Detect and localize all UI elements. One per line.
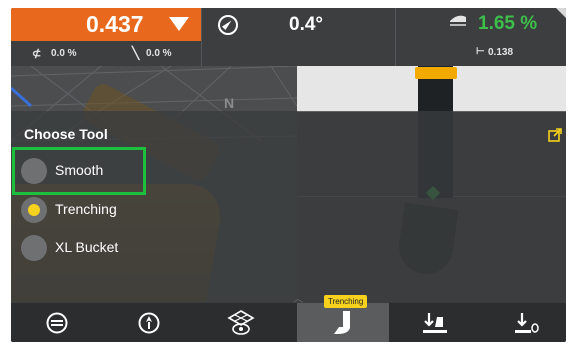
tool-trenching-button[interactable] <box>297 303 389 342</box>
elevation-panel[interactable]: 0.437 ⊄ 0.0 % ╲ 0.0 % <box>11 8 202 66</box>
bucket-angle-icon <box>450 15 466 26</box>
bucket-angle-panel[interactable]: 1.65 % ⊢ 0.138 <box>396 8 566 66</box>
zero-elevation-icon <box>515 312 539 333</box>
machine-view-icon <box>227 309 255 335</box>
elevation-bar: 0.437 <box>11 8 201 41</box>
menu-dots-icon <box>46 312 68 333</box>
menu-button[interactable] <box>11 303 103 342</box>
tool-option-smooth[interactable]: Smooth <box>19 156 154 186</box>
bucket-icon <box>334 310 350 334</box>
stick-pivot <box>415 67 457 79</box>
tool-option-label: XL Bucket <box>55 239 119 255</box>
trenching-tooltip: Trenching <box>324 295 368 308</box>
choose-tool-title: Choose Tool <box>24 126 108 142</box>
screen: N 0.437 ⊄ 0.0 % ╲ 0.0 % 0.4° 1.65 % ⊢ 0.… <box>11 8 566 342</box>
bottom-toolbar <box>11 303 566 342</box>
compass-icon <box>218 15 238 35</box>
north-label: N <box>224 95 235 111</box>
slope-row: ⊄ 0.0 % ╲ 0.0 % <box>11 41 201 66</box>
down-arrow-icon <box>169 17 189 31</box>
expand-icon[interactable] <box>548 128 562 142</box>
panel-corner-indicator <box>556 8 566 18</box>
tool-option-label: Trenching <box>55 201 117 217</box>
set-elevation-button[interactable] <box>389 303 481 342</box>
gps-status-button[interactable] <box>103 303 195 342</box>
radio-icon[interactable] <box>21 235 47 261</box>
machine-view-button[interactable] <box>195 303 287 342</box>
elevation-value: 0.437 <box>86 11 144 37</box>
cross-slope-value: 0.0 % <box>51 48 77 59</box>
cross-slope-icon: ⊄ <box>32 48 42 60</box>
bucket-angle-value: 1.65 % <box>478 13 538 34</box>
set-elevation-icon <box>423 312 447 333</box>
tool-option-trenching[interactable]: Trenching <box>19 195 154 225</box>
main-slope-value: 0.0 % <box>146 48 172 59</box>
choose-tool-panel: Choose Tool Smooth Trenching XL Bucket <box>11 111 566 303</box>
bucket-width-value: 0.138 <box>488 47 514 58</box>
gps-status-icon <box>138 312 160 333</box>
tool-option-xl-bucket[interactable]: XL Bucket <box>19 233 154 263</box>
main-slope-icon: ╲ <box>132 46 140 60</box>
zero-elevation-button[interactable] <box>481 303 566 342</box>
heading-panel[interactable]: 0.4° <box>202 8 396 66</box>
radio-selected-icon[interactable] <box>21 197 47 223</box>
radio-icon[interactable] <box>21 158 47 184</box>
heading-value: 0.4° <box>289 14 324 35</box>
tool-option-label: Smooth <box>55 162 104 178</box>
width-icon: ⊢ <box>476 46 485 57</box>
